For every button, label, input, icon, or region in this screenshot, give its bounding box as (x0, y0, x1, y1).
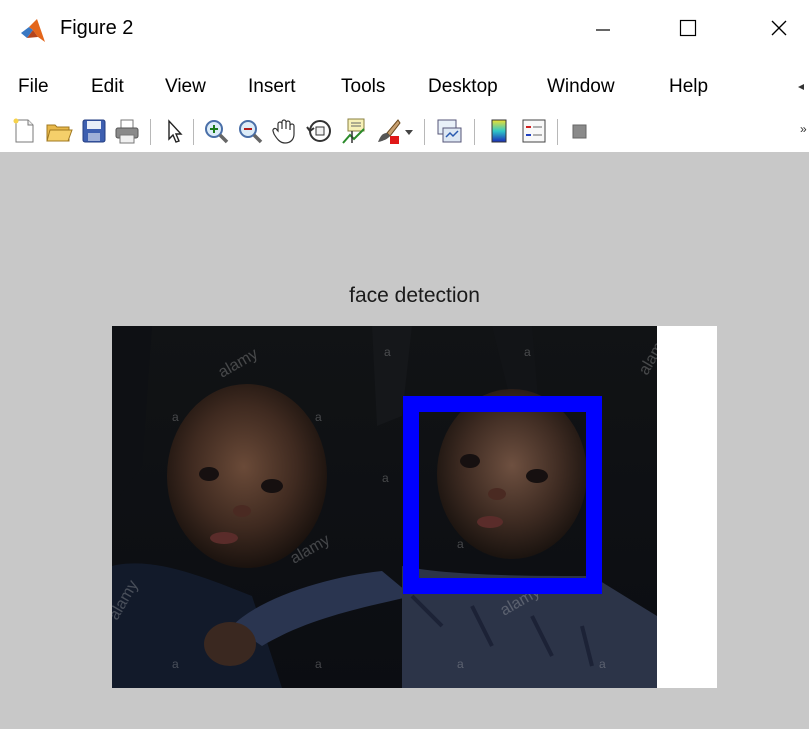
watermark-char: a (599, 657, 606, 671)
plot-tools-button[interactable] (566, 117, 594, 145)
legend-icon (522, 119, 546, 143)
menu-file[interactable]: File (18, 76, 49, 98)
watermark-char: a (524, 345, 531, 359)
insert-colorbar-button[interactable] (485, 117, 513, 145)
new-figure-button[interactable] (10, 117, 38, 145)
open-file-icon (46, 124, 73, 142)
new-figure-icon (13, 118, 34, 143)
toolbar: » (0, 110, 809, 152)
svg-text:»: » (800, 122, 807, 136)
data-cursor-button[interactable] (340, 117, 368, 145)
figure-canvas: face detection alamy alamy alamy alamy a… (0, 152, 809, 729)
brush-dropdown-button[interactable] (402, 117, 416, 145)
toolbar-separator (193, 119, 194, 145)
watermark-char: a (315, 657, 322, 671)
colorbar-icon (491, 119, 507, 143)
watermark-char: a (315, 410, 322, 424)
menu-view[interactable]: View (165, 76, 206, 98)
brush-dropdown-icon (405, 130, 413, 135)
close-icon (771, 20, 787, 36)
toolbar-separator (474, 119, 475, 145)
watermark-char: a (384, 345, 391, 359)
edit-plot-button[interactable] (160, 117, 188, 145)
link-plot-button[interactable] (435, 117, 463, 145)
title-bar: Figure 2 (0, 0, 809, 60)
watermark-char: a (172, 657, 179, 671)
zoom-in-button[interactable] (202, 117, 230, 145)
menu-insert[interactable]: Insert (248, 76, 296, 98)
insert-legend-button[interactable] (520, 117, 548, 145)
open-file-button[interactable] (45, 117, 73, 145)
toolbar-separator (424, 119, 425, 145)
pan-icon (272, 119, 295, 144)
pointer-icon (168, 119, 183, 143)
zoom-out-button[interactable] (236, 117, 264, 145)
close-button[interactable] (756, 8, 802, 48)
menu-tools[interactable]: Tools (341, 76, 385, 98)
figure-title: face detection (349, 284, 480, 307)
brush-button[interactable] (374, 117, 402, 145)
image-axes: alamy alamy alamy alamy alamy a a a a a … (112, 326, 717, 688)
matlab-logo-icon (21, 19, 45, 42)
print-icon (115, 119, 139, 144)
save-icon (82, 119, 106, 143)
menu-edit[interactable]: Edit (91, 76, 124, 98)
rotate-3d-icon (306, 120, 331, 142)
menu-window[interactable]: Window (547, 76, 615, 98)
toolbar-separator (557, 119, 558, 145)
print-button[interactable] (113, 117, 141, 145)
menu-desktop[interactable]: Desktop (428, 76, 498, 98)
face-detection-image: alamy alamy alamy alamy alamy a a a a a … (112, 326, 657, 688)
window-title: Figure 2 (60, 17, 134, 39)
zoom-in-icon (205, 120, 229, 144)
toolbar-overflow-icon[interactable]: » (800, 122, 809, 136)
data-cursor-icon (342, 118, 365, 144)
maximize-icon (679, 19, 697, 37)
watermark-char: a (457, 657, 464, 671)
toolbar-separator (150, 119, 151, 145)
link-plot-icon (437, 119, 462, 143)
watermark-char: a (382, 471, 389, 485)
menu-help[interactable]: Help (669, 76, 708, 98)
pan-button[interactable] (270, 117, 298, 145)
menu-bar: File Edit View Insert Tools Desktop Wind… (0, 60, 809, 110)
rotate-3d-button[interactable] (306, 117, 334, 145)
zoom-out-icon (239, 120, 263, 144)
maximize-button[interactable] (665, 8, 711, 48)
minimize-icon (596, 29, 610, 31)
save-button[interactable] (80, 117, 108, 145)
watermark-char: a (172, 410, 179, 424)
plot-tools-icon (572, 124, 587, 139)
minimize-button[interactable] (580, 8, 626, 48)
brush-icon (378, 119, 401, 144)
menu-overflow-icon[interactable] (796, 82, 808, 92)
watermark-char: a (457, 537, 464, 551)
